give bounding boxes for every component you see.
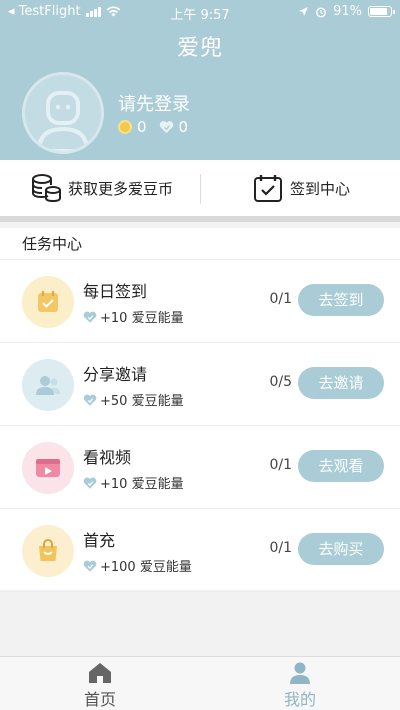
avatar[interactable] [22,72,104,154]
quick-actions-bar: 获取更多爱豆币 签到中心 [0,160,400,222]
task-reward-text: +10 爱豆能量 [100,311,184,326]
calendar-icon [38,291,58,312]
task-center-title: 任务中心 [0,228,400,260]
tab-mine[interactable]: 我的 [200,657,400,710]
shopping-bag-icon [39,539,57,561]
battery-level-fill [370,8,387,15]
task-reward-text: +100 爱豆能量 [100,560,192,575]
task-name: 首充 [83,531,116,550]
task-reward-text: +50 爱豆能量 [100,394,184,409]
get-coins-button[interactable]: 获取更多爱豆币 [30,160,173,216]
task-reward: +50 爱豆能量 [83,390,184,409]
task-row: 看视频 +10 爱豆能量 0/1 去观看 [0,426,400,509]
task-reward-text: +10 爱豆能量 [100,477,184,492]
energy-icon [83,394,97,406]
task-icon-circle [22,359,74,411]
energy-icon [83,560,97,572]
user-icon [290,662,310,684]
task-center-panel: 任务中心 每日签到 +10 爱豆能量 0/1 去签到 分享邀请 +50 爱豆能量… [0,228,400,592]
task-progress: 0/1 [269,291,292,307]
task-icon-circle [22,276,74,328]
energy-icon [83,477,97,489]
coin-icon [118,120,132,134]
status-bar: ◂ TestFlight 上午 9:57 91% [0,0,400,24]
invite-button[interactable]: 去邀请 [298,367,384,399]
location-arrow-icon [299,7,309,16]
checkin-button[interactable]: 去签到 [298,284,384,316]
task-progress: 0/1 [269,540,292,556]
users-icon [36,376,60,395]
app-title: 爱兜 [176,36,223,61]
task-name: 每日签到 [83,282,148,301]
coin-count: 0 [137,118,147,136]
login-prompt[interactable]: 请先登录 [118,90,190,116]
energy-icon [83,311,97,323]
task-progress: 0/1 [269,457,292,473]
task-name: 看视频 [83,448,132,467]
get-coins-label: 获取更多爱豆币 [68,179,174,198]
quick-actions-divider [200,174,201,204]
checkin-center-button[interactable]: 签到中心 [252,160,350,216]
alarm-icon [316,6,327,18]
profile-header: ◂ TestFlight 上午 9:57 91% 爱兜 请先登录 0 0 [0,0,400,160]
purchase-button[interactable]: 去购买 [298,533,384,565]
balance-counters: 0 0 [118,118,188,136]
task-name: 分享邀请 [83,365,148,384]
energy-icon [159,121,173,134]
video-icon [36,459,60,477]
coin-stack-icon [32,174,61,203]
task-reward: +10 爱豆能量 [83,307,184,326]
task-row: 首充 +100 爱豆能量 0/1 去购买 [0,509,400,592]
energy-count: 0 [178,118,189,136]
task-row: 每日签到 +10 爱豆能量 0/1 去签到 [0,260,400,343]
home-icon [89,663,111,683]
battery-percent: 91% [333,4,362,19]
task-icon-circle [22,442,74,494]
task-progress: 0/5 [269,374,292,390]
task-reward: +100 爱豆能量 [83,556,192,575]
calendar-check-icon [254,175,282,202]
checkin-center-label: 签到中心 [290,179,351,198]
tab-home-label: 首页 [83,690,116,709]
bottom-tab-bar: 首页 我的 [0,656,400,710]
task-icon-circle [22,525,74,577]
battery-icon [368,6,395,17]
tab-home[interactable]: 首页 [0,657,200,710]
tab-mine-label: 我的 [283,690,316,709]
task-reward: +10 爱豆能量 [83,473,184,492]
task-row: 分享邀请 +50 爱豆能量 0/5 去邀请 [0,343,400,426]
watch-button[interactable]: 去观看 [298,450,384,482]
default-avatar-icon [36,91,90,151]
